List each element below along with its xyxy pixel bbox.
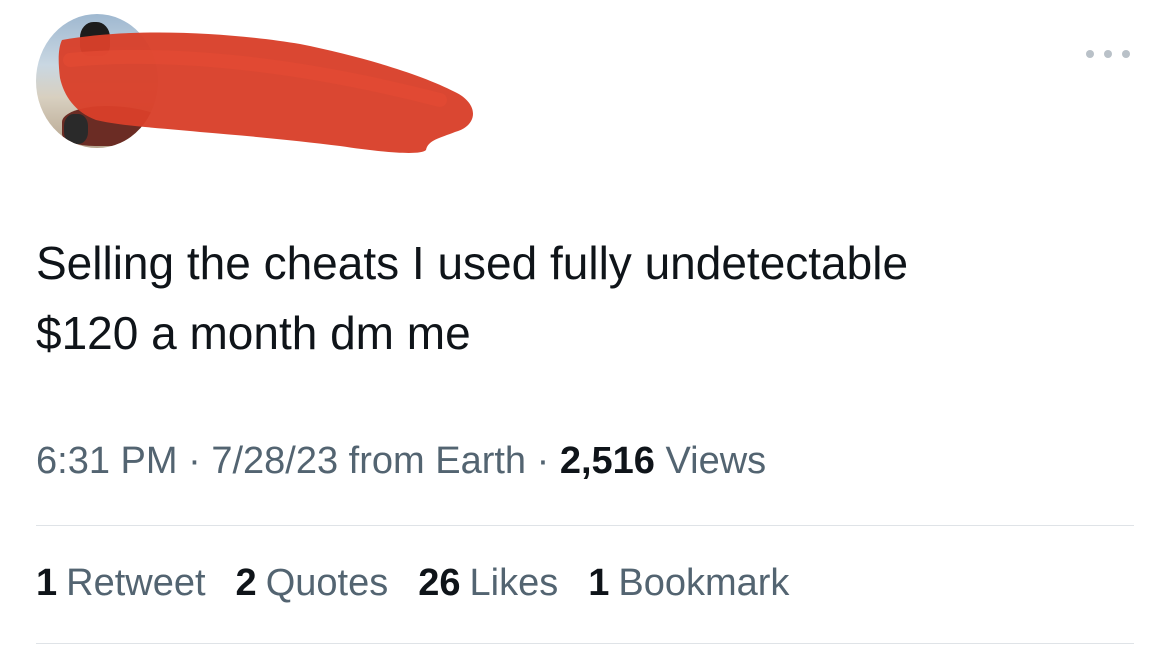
meta-separator: · (177, 440, 212, 482)
views-label[interactable]: Views (655, 440, 766, 482)
more-dot (1104, 50, 1112, 58)
tweet-text: Selling the cheats I used fully undetect… (36, 237, 909, 359)
tweet-source: from Earth (338, 440, 527, 482)
avatar-photo-person (80, 22, 110, 56)
quotes-count: 2 (235, 562, 257, 604)
more-dot (1122, 50, 1130, 58)
retweets-label: Retweet (66, 562, 206, 604)
tweet-date[interactable]: 7/28/23 (211, 440, 338, 482)
bookmarks-label: Bookmark (618, 562, 790, 604)
avatar-photo-wheel (64, 114, 88, 144)
engagement-stats: 1 Retweet 2 Quotes 26 Likes 1 Bookmark (36, 562, 789, 605)
bookmarks-stat[interactable]: 1 Bookmark (588, 562, 789, 605)
more-options-icon[interactable] (1086, 46, 1130, 62)
tweet-time[interactable]: 6:31 PM (36, 440, 178, 482)
retweets-stat[interactable]: 1 Retweet (36, 562, 206, 605)
quotes-stat[interactable]: 2 Quotes (236, 562, 389, 605)
retweets-count: 1 (36, 562, 58, 604)
likes-count: 26 (418, 562, 461, 604)
likes-stat[interactable]: 26 Likes (418, 562, 558, 605)
divider (36, 643, 1134, 644)
bookmarks-count: 1 (588, 562, 610, 604)
more-dot (1086, 50, 1094, 58)
divider (36, 525, 1134, 526)
meta-separator: · (526, 440, 560, 482)
quotes-label: Quotes (265, 562, 389, 604)
likes-label: Likes (469, 562, 559, 604)
views-count[interactable]: 2,516 (560, 440, 655, 482)
avatar[interactable] (36, 14, 158, 148)
tweet-meta: 6:31 PM · 7/28/23 from Earth · 2,516 Vie… (36, 440, 766, 483)
